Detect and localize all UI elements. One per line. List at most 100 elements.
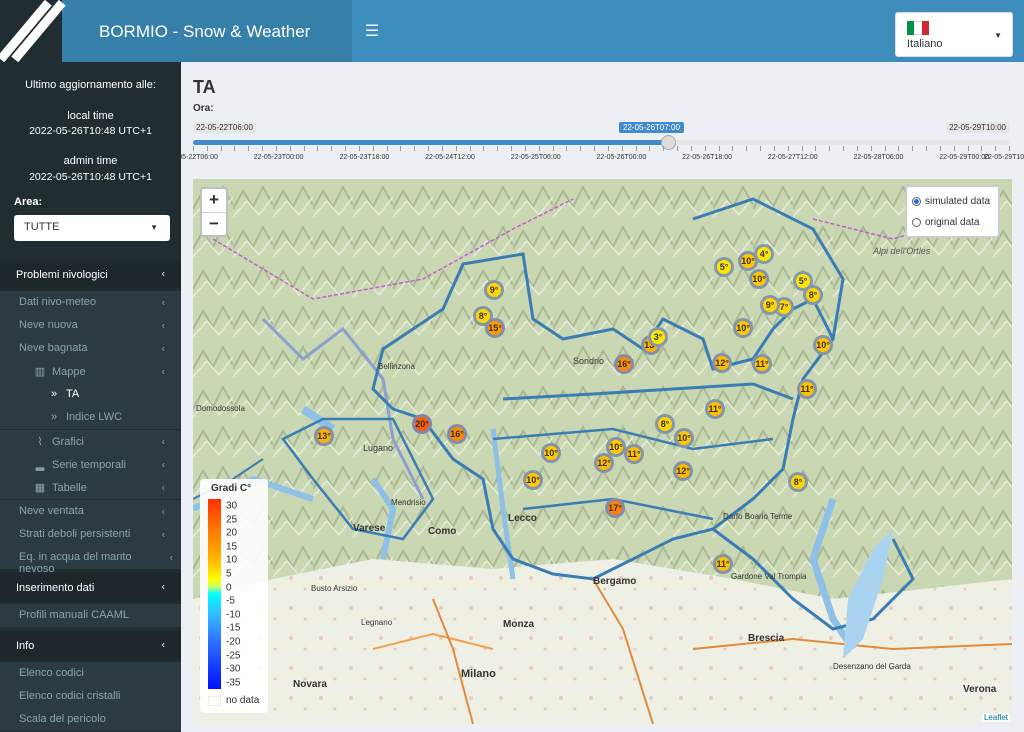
temperature-marker[interactable]: 12° (594, 453, 614, 473)
svg-text:Legnano: Legnano (361, 618, 393, 627)
top-header: BORMIO - Snow & Weather ☰ Italiano ▼ (0, 0, 1024, 63)
menu-info[interactable]: Info ‹ (0, 631, 181, 659)
menu-strati-deboli[interactable]: Strati deboli persistenti ‹ (0, 523, 181, 546)
slider-minor-tick (580, 146, 582, 151)
temperature-marker[interactable]: 16° (447, 424, 467, 444)
temperature-marker[interactable]: 4° (754, 244, 774, 264)
temperature-marker[interactable]: 12° (712, 353, 732, 373)
hamburger-icon[interactable]: ☰ (352, 0, 392, 62)
menu-neve-bagnata[interactable]: Neve bagnata ‹ (0, 337, 181, 360)
radio-unchecked-icon[interactable] (912, 218, 921, 227)
temperature-marker[interactable]: 10° (813, 335, 833, 355)
slider-minor-tick (358, 146, 360, 151)
chevron-left-icon: ‹ (161, 529, 165, 540)
zoom-in-button[interactable]: + (202, 189, 226, 212)
temperature-marker[interactable]: 10° (541, 443, 561, 463)
temperature-marker[interactable]: 5° (714, 257, 734, 277)
menu-grafici[interactable]: ⌇ Grafici ‹ (0, 430, 181, 453)
chevron-left-icon: ‹ (161, 506, 165, 517)
logo-area[interactable]: BORMIO - Snow & Weather (0, 0, 352, 63)
temperature-marker[interactable]: 20° (412, 414, 432, 434)
legend-value-label: 5 (226, 568, 232, 580)
menu-eq-acqua[interactable]: Eq. in acqua del manto nevoso ‹ (0, 546, 181, 575)
flag-italy-icon (907, 21, 929, 35)
temperature-marker[interactable]: 15° (485, 318, 505, 338)
update-heading: Ultimo aggiornamento alle: (25, 79, 156, 91)
menu-indice-lwc[interactable]: » Indice LWC (0, 406, 181, 429)
menu-serie-temporali[interactable]: ▂ Serie temporali ‹ (0, 453, 181, 476)
legend-value-label: 0 (226, 582, 232, 594)
svg-text:Monza: Monza (503, 619, 535, 630)
area-select[interactable]: TUTTE ▼ (14, 215, 170, 241)
legend-value-label: -20 (226, 636, 241, 648)
slider-minor-tick (773, 146, 775, 151)
legend-nodata-swatch (208, 696, 221, 706)
temperature-marker[interactable]: 12° (673, 461, 693, 481)
temperature-marker[interactable]: 13° (314, 426, 334, 446)
slider-minor-tick (1009, 146, 1010, 151)
zoom-out-button[interactable]: − (202, 212, 226, 235)
menu-neve-nuova[interactable]: Neve nuova ‹ (0, 314, 181, 337)
legend-value-label: -30 (226, 663, 241, 675)
temperature-marker[interactable]: 3° (648, 327, 668, 347)
slider-minor-tick (953, 146, 955, 151)
menu-neve-ventata[interactable]: Neve ventata ‹ (0, 500, 181, 523)
menu-dati-nivo-meteo[interactable]: Dati nivo-meteo ‹ (0, 291, 181, 314)
time-slider[interactable]: 22-05-22T06:00 22-05-29T10:00 22-05-26T0… (168, 120, 1024, 170)
temperature-marker[interactable]: 11° (752, 354, 772, 374)
temperature-marker[interactable]: 11° (624, 444, 644, 464)
slider-minor-tick (594, 146, 596, 151)
chevron-left-icon: ‹ (161, 482, 165, 493)
slider-minor-tick (967, 146, 969, 151)
slider-minor-tick (926, 146, 928, 151)
map-tiles: Sondrio Lugano Como Lecco Bergamo Bresci… (193, 179, 1012, 724)
svg-text:Lugano: Lugano (363, 443, 393, 453)
slider-minor-tick (455, 146, 457, 151)
radio-checked-icon[interactable] (912, 197, 921, 206)
temperature-marker[interactable]: 11° (797, 379, 817, 399)
menu-tabelle[interactable]: ▦ Tabelle ‹ (0, 476, 181, 499)
slider-minor-tick (939, 146, 941, 151)
menu-problemi-nivologici[interactable]: Problemi nivologici ‹ (0, 260, 181, 288)
temperature-marker[interactable]: 10° (674, 428, 694, 448)
temperature-marker[interactable]: 10° (733, 318, 753, 338)
slider-minor-tick (884, 146, 886, 151)
menu-ta[interactable]: » TA (0, 383, 181, 406)
temperature-marker[interactable]: 11° (705, 399, 725, 419)
temperature-marker[interactable]: 9° (484, 280, 504, 300)
menu-scala-pericolo[interactable]: Scala del pericolo (0, 708, 181, 731)
slider-max-label: 22-05-29T10:00 (946, 122, 1009, 133)
menu-mappe[interactable]: ▥ Mappe ‹ (0, 360, 181, 383)
temperature-marker[interactable]: 10° (523, 470, 543, 490)
slider-minor-tick (815, 146, 817, 151)
chevron-left-icon: ‹ (161, 343, 165, 354)
temperature-marker[interactable]: 8° (655, 414, 675, 434)
menu-inserimento-dati[interactable]: Inserimento dati ‹ (0, 573, 181, 601)
language-select[interactable]: Italiano ▼ (895, 12, 1013, 57)
map[interactable]: Sondrio Lugano Como Lecco Bergamo Bresci… (193, 179, 1012, 724)
temperature-marker[interactable]: 9° (760, 295, 780, 315)
temperature-marker[interactable]: 8° (803, 285, 823, 305)
slider-track[interactable] (193, 140, 1009, 145)
temperature-marker[interactable]: 8° (788, 472, 808, 492)
layer-original-option[interactable]: original data (912, 212, 993, 233)
slider-tick-label: 22-05-29T00:00 (939, 154, 990, 161)
temperature-marker[interactable]: 17° (605, 498, 625, 518)
legend-value-label: 20 (226, 527, 238, 539)
slider-tick-label: 22-05-23T18:00 (339, 154, 390, 161)
slider-minor-tick (331, 146, 333, 151)
slider-minor-tick (275, 146, 277, 151)
slider-tick-label: 22-05-25T06:00 (510, 154, 561, 161)
leaflet-attribution[interactable]: Leaflet (981, 713, 1010, 722)
temperature-marker[interactable]: 16° (614, 354, 634, 374)
layer-simulated-option[interactable]: simulated data (912, 191, 993, 212)
menu-elenco-codici[interactable]: Elenco codici (0, 662, 181, 685)
slider-minor-tick (690, 146, 692, 151)
menu-elenco-codici-cristalli[interactable]: Elenco codici cristalli (0, 685, 181, 708)
chevron-left-icon: ‹ (161, 581, 165, 593)
slider-tick-label: 22-05-26T18:00 (682, 154, 732, 161)
area-label: Area: (14, 196, 43, 208)
menu-profili-caaml[interactable]: Profili manuali CAAML (0, 604, 181, 627)
temperature-marker[interactable]: 10° (749, 269, 769, 289)
temperature-marker[interactable]: 11° (713, 554, 733, 574)
